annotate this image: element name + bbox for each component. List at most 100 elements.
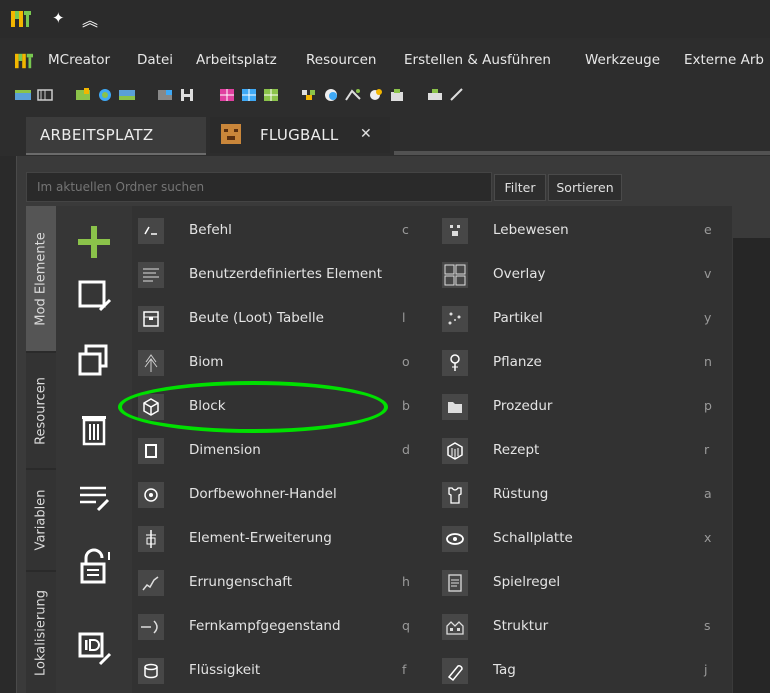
- pencil-icon[interactable]: [448, 87, 466, 102]
- export-mod-icon[interactable]: [388, 87, 406, 102]
- list-item-struktur[interactable]: Struktur s: [436, 605, 732, 649]
- id-edit-icon[interactable]: [72, 626, 116, 670]
- image-icon[interactable]: [118, 87, 136, 102]
- import-icon[interactable]: [74, 87, 92, 102]
- side-tab-mod-elemente-label: Mod Elemente: [33, 231, 49, 326]
- open-workspace-icon[interactable]: [36, 87, 54, 102]
- music-disc-icon: [442, 526, 468, 552]
- list-item-biom[interactable]: Biom o: [132, 341, 432, 385]
- lock-icon[interactable]: [72, 546, 116, 590]
- menu-mcreator[interactable]: MCreator: [48, 52, 110, 68]
- text-edit-icon[interactable]: [72, 476, 116, 520]
- menu-werkzeuge[interactable]: Werkzeuge: [585, 52, 660, 68]
- fluid-icon: [138, 658, 164, 684]
- left-collapse-strip[interactable]: [0, 106, 17, 693]
- list-item-schallplatte[interactable]: Schallplatte x: [436, 517, 732, 561]
- particle-icon: [442, 306, 468, 332]
- grid-green-icon[interactable]: [262, 87, 280, 102]
- block-highlight-annotation: [118, 381, 388, 433]
- settings-icon[interactable]: [426, 87, 444, 102]
- list-item-tag[interactable]: Tag j: [436, 649, 732, 693]
- run-server-icon[interactable]: [344, 87, 362, 102]
- list-item-label: Beute (Loot) Tabelle: [189, 310, 324, 326]
- menu-externe-arbeit[interactable]: Externe Arb: [684, 52, 764, 68]
- debug-icon[interactable]: [366, 87, 384, 102]
- grid-pink-icon[interactable]: [218, 87, 236, 102]
- list-item-ruestung[interactable]: Rüstung a: [436, 473, 732, 517]
- new-workspace-icon[interactable]: [14, 87, 32, 102]
- list-item-label: Benutzerdefiniertes Element: [189, 266, 383, 282]
- delete-icon[interactable]: [72, 408, 116, 452]
- list-item-label: Tag: [493, 662, 516, 678]
- tab-underline: [394, 151, 770, 155]
- side-tab-mod-elemente[interactable]: Mod Elemente: [26, 206, 56, 351]
- list-item-pflanze[interactable]: Pflanze n: [436, 341, 732, 385]
- list-item-errungenschaft[interactable]: Errungenschaft h: [132, 561, 432, 605]
- list-item-label: Spielregel: [493, 574, 561, 590]
- living-entity-icon: [442, 218, 468, 244]
- list-item-element-erweiterung[interactable]: Element-Erweiterung: [132, 517, 432, 561]
- list-item-fluessigkeit[interactable]: Flüssigkeit f: [132, 649, 432, 693]
- collapse-up-icon[interactable]: ︽: [82, 7, 98, 31]
- tab-close-icon[interactable]: ✕: [360, 126, 372, 142]
- side-tab-variablen[interactable]: Variablen: [26, 470, 56, 570]
- list-item-rezept[interactable]: Rezept r: [436, 429, 732, 473]
- list-item-label: Schallplatte: [493, 530, 573, 546]
- tab-flugball-label: FLUGBALL: [260, 126, 339, 144]
- tab-flugball[interactable]: FLUGBALL ✕: [210, 117, 390, 153]
- list-item-partikel[interactable]: Partikel y: [436, 297, 732, 341]
- menu-arbeitsplatz[interactable]: Arbeitsplatz: [196, 52, 277, 68]
- list-item-label: Dorfbewohner-Handel: [189, 486, 337, 502]
- grid-blue-icon[interactable]: [240, 87, 258, 102]
- list-item-label: Dimension: [189, 442, 261, 458]
- tag-icon: [442, 658, 468, 684]
- add-icon[interactable]: [72, 220, 116, 264]
- run-client-icon[interactable]: [322, 87, 340, 102]
- list-item-beute-tabelle[interactable]: Beute (Loot) Tabelle l: [132, 297, 432, 341]
- list-item-dorfbewohner-handel[interactable]: Dorfbewohner-Handel: [132, 473, 432, 517]
- biome-icon: [138, 350, 164, 376]
- side-tab-resourcen[interactable]: Resourcen: [26, 353, 56, 468]
- search-row: Filter Sortieren: [26, 172, 770, 202]
- mod-element-list: Befehl c Benutzerdefiniertes Element Beu…: [132, 206, 732, 693]
- export-icon[interactable]: [96, 87, 114, 102]
- tab-arbeitsplatz[interactable]: ARBEITSPLATZ: [26, 117, 206, 155]
- mcreator-logo-icon: [11, 11, 31, 27]
- menu-bar: MCreator Datei Arbeitsplatz Resourcen Er…: [0, 38, 770, 86]
- model-icon[interactable]: [178, 87, 196, 102]
- shortcut-key: j: [704, 662, 708, 677]
- edit-icon[interactable]: [72, 274, 116, 318]
- list-item-prozedur[interactable]: Prozedur p: [436, 385, 732, 429]
- menu-datei[interactable]: Datei: [137, 52, 173, 68]
- list-item-dimension[interactable]: Dimension d: [132, 429, 432, 473]
- list-item-label: Befehl: [189, 222, 232, 238]
- search-box: [26, 172, 492, 202]
- texture-icon[interactable]: [156, 87, 174, 102]
- sort-button[interactable]: Sortieren: [548, 174, 622, 201]
- right-preview-panel: [733, 238, 770, 693]
- overlay-icon: [442, 262, 468, 288]
- duplicate-icon[interactable]: [72, 340, 116, 384]
- shortcut-key: o: [402, 354, 410, 369]
- side-tab-lokalisierung[interactable]: Lokalisierung: [26, 572, 56, 693]
- menu-erstellen-ausfuehren[interactable]: Erstellen & Ausführen: [404, 52, 551, 68]
- shortcut-key: y: [704, 310, 712, 325]
- list-item-label: Pflanze: [493, 354, 542, 370]
- list-item-befehl[interactable]: Befehl c: [132, 209, 432, 253]
- list-item-label: Overlay: [493, 266, 546, 282]
- filter-button[interactable]: Filter: [494, 174, 546, 201]
- search-input[interactable]: [35, 179, 479, 195]
- list-item-spielregel[interactable]: Spielregel: [436, 561, 732, 605]
- pin-icon[interactable]: ✦: [52, 10, 68, 26]
- list-item-lebewesen[interactable]: Lebewesen e: [436, 209, 732, 253]
- side-tab-lokalisierung-label: Lokalisierung: [33, 589, 49, 676]
- list-item-benutzerdefiniertes-element[interactable]: Benutzerdefiniertes Element: [132, 253, 432, 297]
- list-item-fernkampfgegenstand[interactable]: Fernkampfgegenstand q: [132, 605, 432, 649]
- shortcut-key: r: [704, 442, 710, 457]
- shortcut-key: a: [704, 486, 712, 501]
- build-icon[interactable]: [300, 87, 318, 102]
- list-item-overlay[interactable]: Overlay v: [436, 253, 732, 297]
- menu-resourcen[interactable]: Resourcen: [306, 52, 376, 68]
- shortcut-key: d: [402, 442, 410, 457]
- list-item-label: Rezept: [493, 442, 540, 458]
